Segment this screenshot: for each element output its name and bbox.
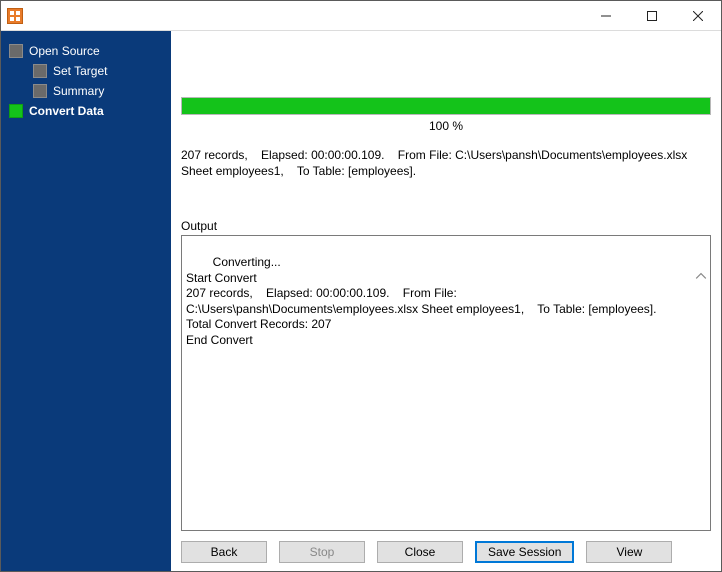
app-window: Open Source Set Target Summary Convert D… (0, 0, 722, 572)
progress-area: 100 % (181, 97, 711, 133)
scroll-up-icon (695, 238, 707, 250)
progress-bar (181, 97, 711, 115)
save-session-button[interactable]: Save Session (475, 541, 574, 563)
wizard-steps: Open Source Set Target Summary Convert D… (7, 41, 167, 121)
output-text: Converting... Start Convert 207 records,… (186, 255, 656, 347)
conversion-summary-text: 207 records, Elapsed: 00:00:00.109. From… (181, 147, 711, 179)
output-textarea[interactable]: Converting... Start Convert 207 records,… (181, 235, 711, 531)
stop-button: Stop (279, 541, 365, 563)
window-body: Open Source Set Target Summary Convert D… (1, 31, 721, 571)
back-button[interactable]: Back (181, 541, 267, 563)
close-window-button[interactable] (675, 1, 721, 31)
progress-bar-fill (182, 98, 710, 114)
sidebar: Open Source Set Target Summary Convert D… (1, 31, 171, 571)
titlebar-left (1, 8, 29, 24)
close-icon (693, 11, 703, 21)
progress-percent-label: 100 % (181, 119, 711, 133)
close-button[interactable]: Close (377, 541, 463, 563)
button-row: Back Stop Close Save Session View (181, 531, 711, 565)
step-bullet-icon (9, 44, 23, 58)
titlebar (1, 1, 721, 31)
main-content: 100 % 207 records, Elapsed: 00:00:00.109… (171, 31, 721, 571)
sidebar-item-label: Set Target (53, 64, 107, 78)
window-controls (583, 1, 721, 31)
sidebar-item-label: Summary (53, 84, 104, 98)
maximize-button[interactable] (629, 1, 675, 31)
sidebar-item-label: Convert Data (29, 104, 104, 118)
sidebar-item-convert-data[interactable]: Convert Data (7, 101, 167, 121)
step-bullet-icon (33, 84, 47, 98)
sidebar-item-summary[interactable]: Summary (7, 81, 167, 101)
sidebar-item-set-target[interactable]: Set Target (7, 61, 167, 81)
minimize-icon (601, 11, 611, 21)
view-button[interactable]: View (586, 541, 672, 563)
app-icon (7, 8, 23, 24)
step-bullet-icon (33, 64, 47, 78)
sidebar-item-label: Open Source (29, 44, 100, 58)
output-label: Output (181, 219, 711, 233)
maximize-icon (647, 11, 657, 21)
step-bullet-icon (9, 104, 23, 118)
minimize-button[interactable] (583, 1, 629, 31)
sidebar-item-open-source[interactable]: Open Source (7, 41, 167, 61)
